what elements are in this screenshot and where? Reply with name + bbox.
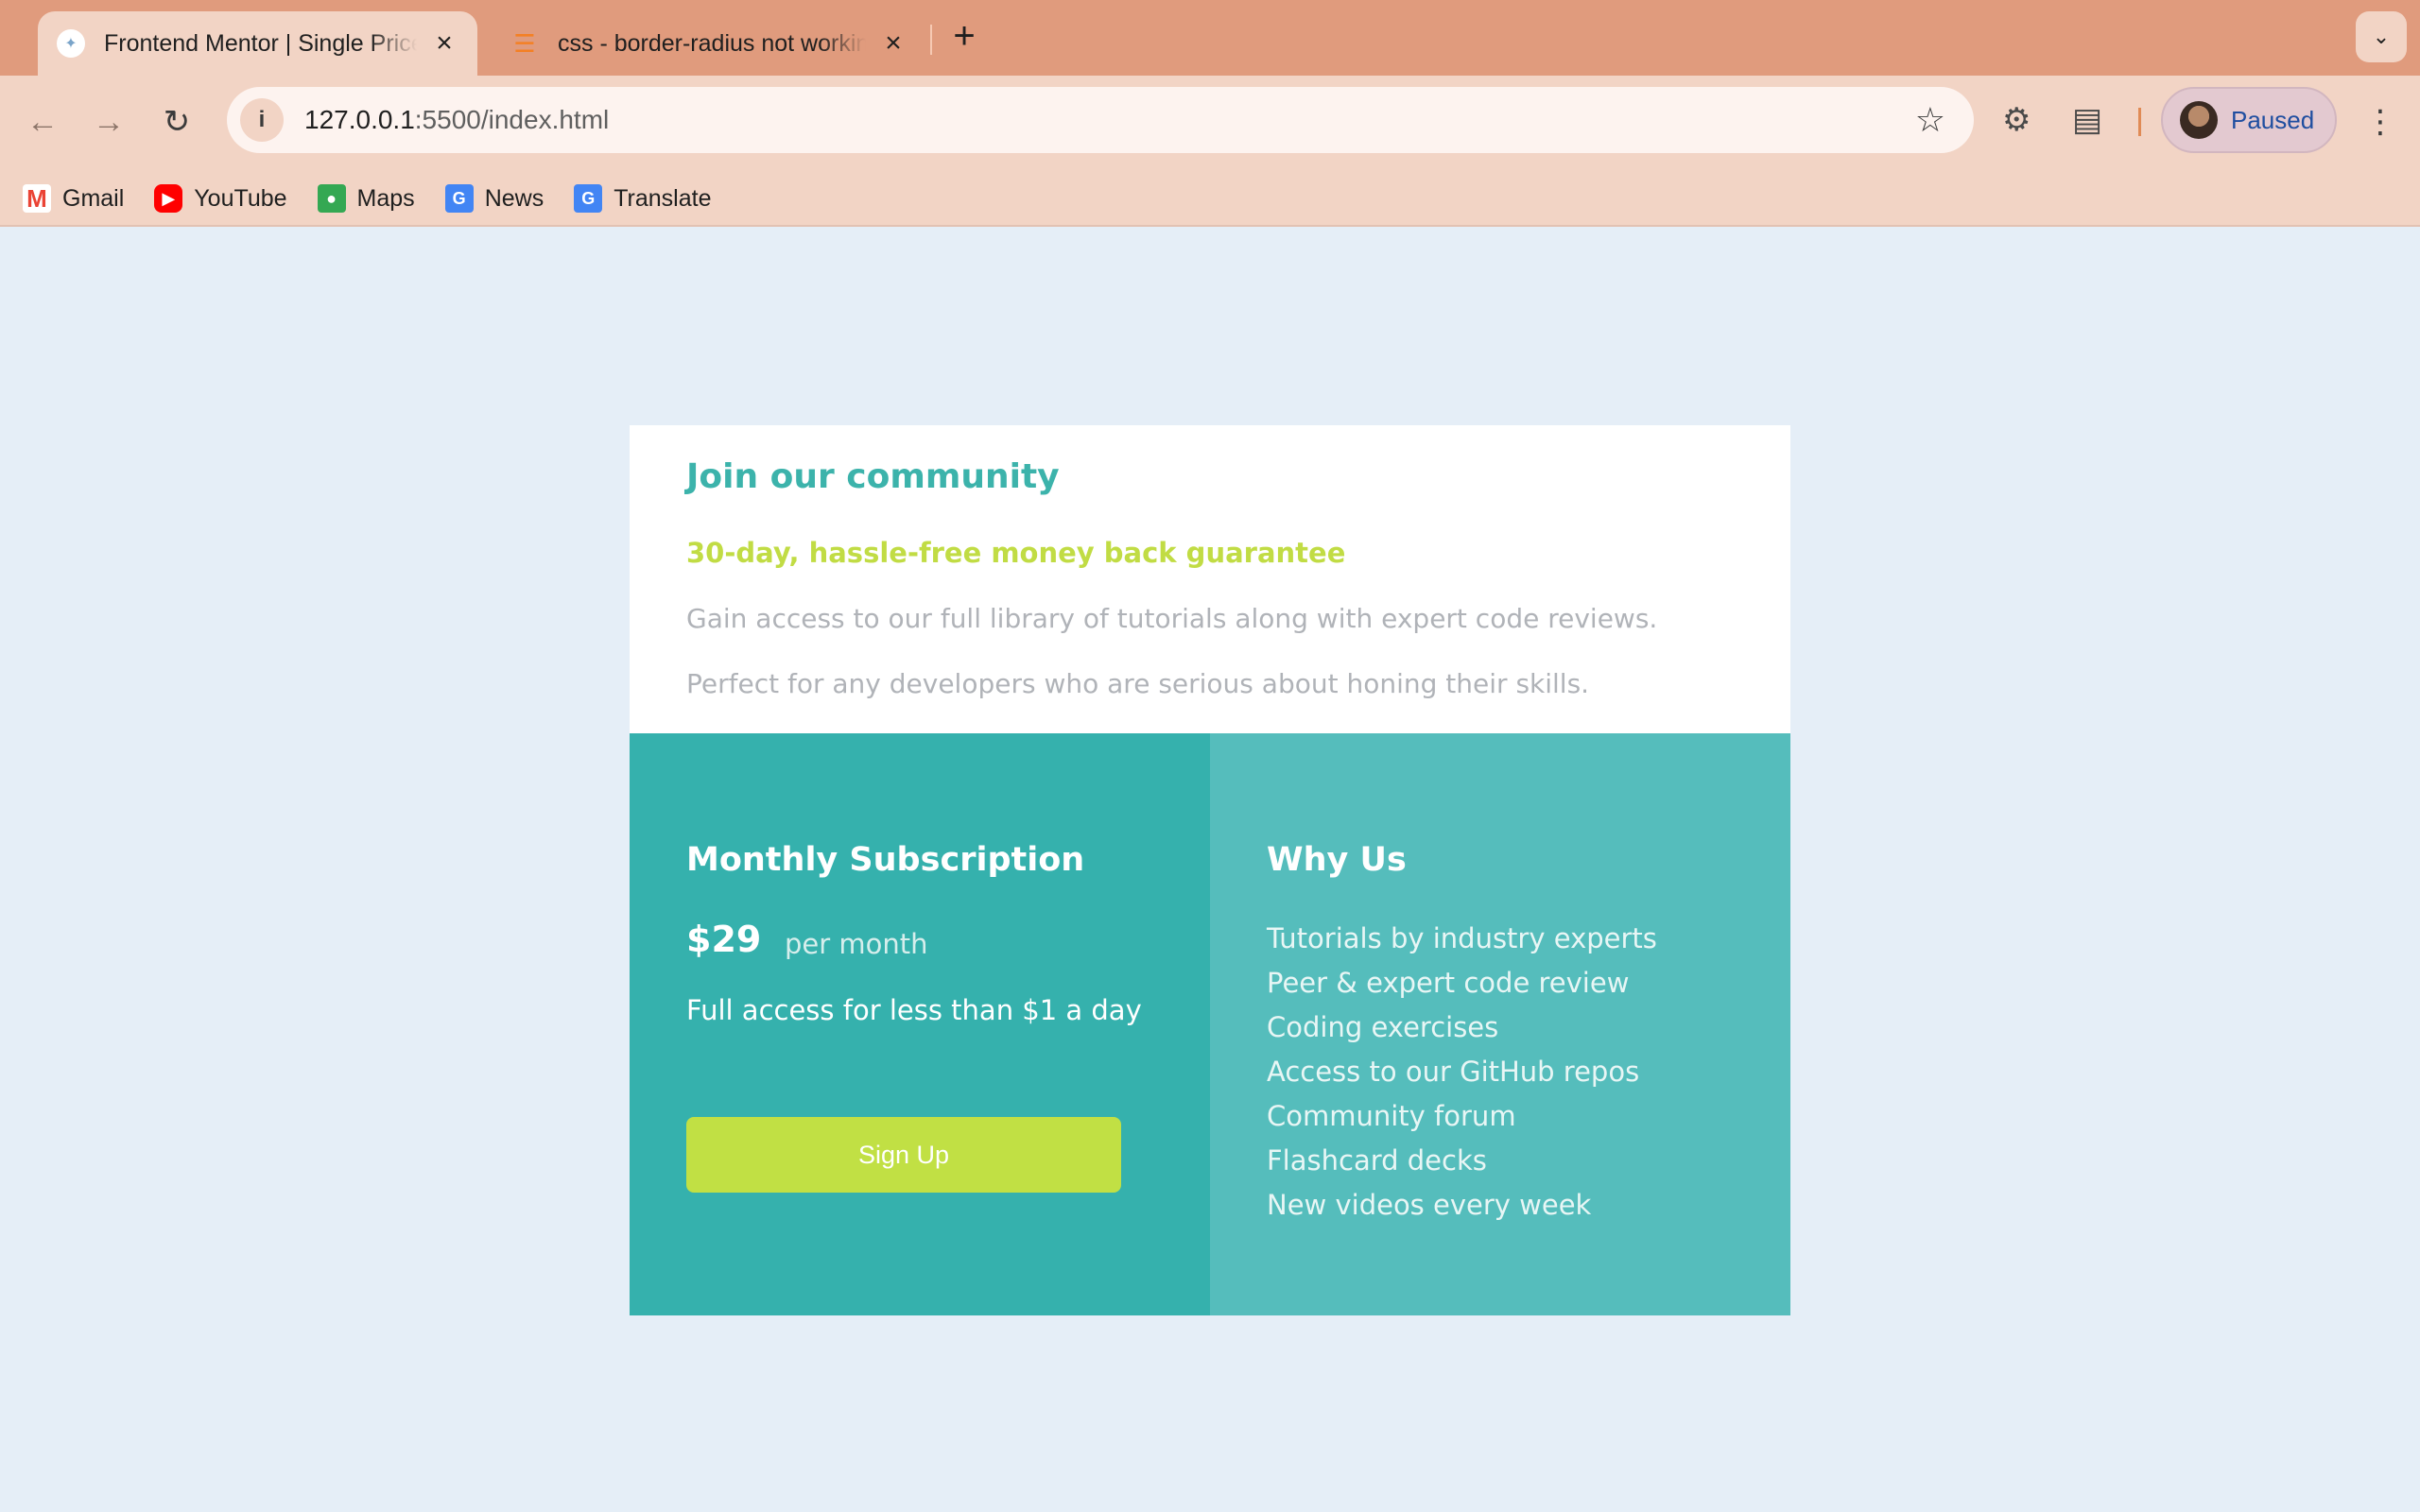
bookmark-youtube[interactable]: ▶ YouTube <box>154 184 287 213</box>
why-us-section: Why Us Tutorials by industry experts Pee… <box>1210 733 1790 1315</box>
reload-icon[interactable]: ↻ <box>153 98 200 146</box>
guarantee-subtitle: 30-day, hassle-free money back guarantee <box>686 537 1346 569</box>
card-description-line: Gain access to our full library of tutor… <box>686 603 1658 634</box>
list-item: Tutorials by industry experts <box>1267 922 1657 954</box>
list-item: Access to our GitHub repos <box>1267 1056 1640 1088</box>
list-item: Peer & expert code review <box>1267 967 1630 999</box>
close-tab-icon[interactable]: × <box>879 27 908 60</box>
bookmark-gmail[interactable]: M Gmail <box>23 184 124 213</box>
translate-icon: G <box>574 184 603 213</box>
gmail-icon: M <box>23 184 51 213</box>
plus-icon[interactable]: + <box>945 17 983 55</box>
bookmark-news[interactable]: G News <box>444 184 544 213</box>
url-text[interactable]: 127.0.0.1:5500/index.html <box>304 105 609 135</box>
community-section: Join our community 30-day, hassle-free m… <box>630 425 1790 733</box>
tab-title: Frontend Mentor | Single Price Grid Comp… <box>104 29 417 57</box>
youtube-icon: ▶ <box>154 184 183 213</box>
tab-search-chevron-down-icon[interactable]: ⌄ <box>2356 11 2407 62</box>
subscription-section: Monthly Subscription $29 per month Full … <box>630 733 1210 1315</box>
tab-stackoverflow[interactable]: ☰ css - border-radius not working × <box>492 11 926 76</box>
news-icon: G <box>444 184 474 213</box>
close-tab-icon[interactable]: × <box>430 27 458 60</box>
address-bar[interactable]: i 127.0.0.1:5500/index.html ☆ <box>227 87 1974 153</box>
subscription-price: $29 <box>686 919 762 960</box>
url-host: 127.0.0.1 <box>304 105 415 134</box>
bookmark-label: News <box>484 184 544 212</box>
bookmark-label: Gmail <box>62 184 125 212</box>
forward-arrow-icon[interactable]: → <box>85 98 132 146</box>
bookmark-label: Translate <box>614 184 712 212</box>
bookmark-maps[interactable]: ● Maps <box>317 184 415 213</box>
why-us-title: Why Us <box>1267 841 1407 879</box>
browser-toolbar: ← → ↻ i 127.0.0.1:5500/index.html ☆ ⚙ ▤ … <box>0 76 2420 227</box>
back-arrow-icon[interactable]: ← <box>19 98 66 146</box>
card-title: Join our community <box>686 457 1060 496</box>
toolbar-separator <box>2138 108 2141 136</box>
bookmarks-bar: M Gmail ▶ YouTube ● Maps G News G Transl… <box>23 178 742 219</box>
url-path: :5500/index.html <box>414 105 610 134</box>
bookmark-label: YouTube <box>194 184 287 212</box>
bookmark-star-icon[interactable]: ☆ <box>1915 98 1945 142</box>
bug-extension-icon[interactable]: ⚙ <box>2002 96 2031 144</box>
more-menu-icon[interactable]: ⋮ <box>2361 98 2399 146</box>
subscription-title: Monthly Subscription <box>686 841 1085 879</box>
site-info-icon[interactable]: i <box>240 98 284 142</box>
profile-status: Paused <box>2231 105 2315 134</box>
profile-button[interactable]: Paused <box>2161 87 2337 153</box>
tab-strip: ✦ Frontend Mentor | Single Price Grid Co… <box>0 0 2420 76</box>
bookmark-label: Maps <box>356 184 415 212</box>
subscription-note: Full access for less than $1 a day <box>686 994 1142 1026</box>
tab-title: css - border-radius not working <box>558 29 866 57</box>
feature-list: Tutorials by industry experts Peer & exp… <box>1267 917 1657 1228</box>
tab-separator <box>930 25 932 55</box>
list-item: New videos every week <box>1267 1189 1592 1221</box>
avatar <box>2180 101 2218 139</box>
maps-icon: ● <box>317 184 346 213</box>
extensions-puzzle-icon[interactable]: ▤ <box>2072 96 2102 144</box>
pricing-card: Join our community 30-day, hassle-free m… <box>630 425 1790 1315</box>
frontend-mentor-favicon-icon: ✦ <box>57 29 85 58</box>
tab-frontend-mentor[interactable]: ✦ Frontend Mentor | Single Price Grid Co… <box>38 11 477 76</box>
sign-up-button[interactable]: Sign Up <box>686 1117 1121 1193</box>
stackoverflow-favicon-icon: ☰ <box>513 28 536 58</box>
list-item: Flashcard decks <box>1267 1144 1487 1177</box>
list-item: Coding exercises <box>1267 1011 1499 1043</box>
bookmark-translate[interactable]: G Translate <box>574 184 712 213</box>
price-period: per month <box>785 928 928 960</box>
list-item: Community forum <box>1267 1100 1516 1132</box>
card-description-line: Perfect for any developers who are serio… <box>686 668 1590 699</box>
